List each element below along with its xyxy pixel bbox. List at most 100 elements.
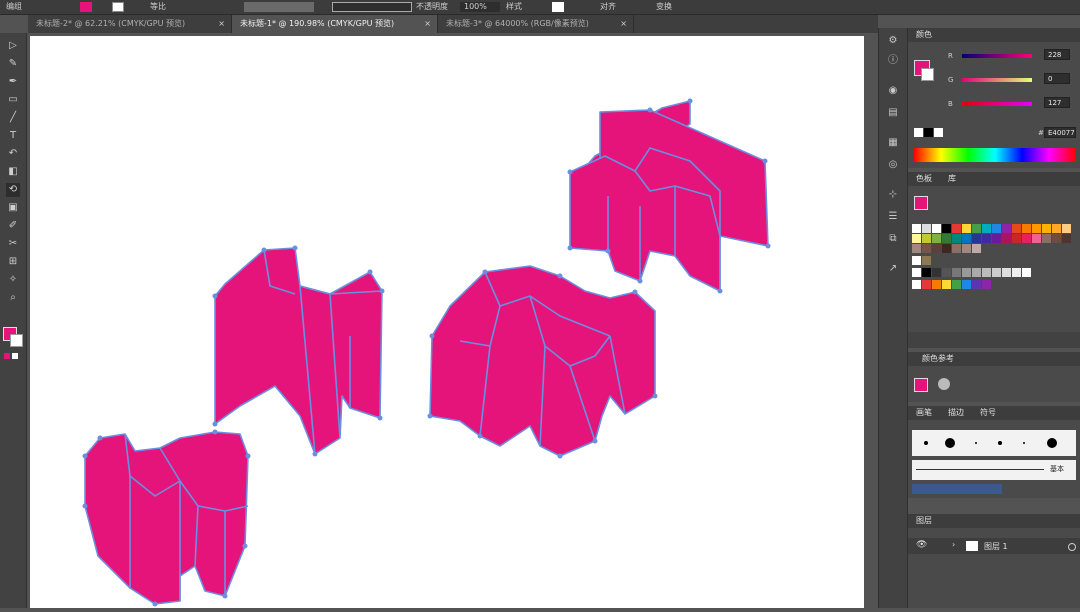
tab-stroke[interactable]: 描边	[948, 406, 964, 420]
selection-label: 编组	[6, 2, 22, 11]
style-swatch[interactable]	[552, 2, 564, 12]
eraser-tool-icon[interactable]: ◧	[6, 165, 20, 179]
rotate-tool-icon[interactable]: ↶	[6, 147, 20, 161]
tab-brushes[interactable]: 画笔	[916, 406, 932, 420]
hex-value[interactable]: E40077	[1044, 127, 1076, 138]
style-label: 样式	[506, 2, 522, 11]
color-mode-icon[interactable]	[4, 353, 10, 359]
channel-r-value[interactable]: 228	[1044, 49, 1070, 60]
none-swatch[interactable]	[914, 128, 923, 137]
channel-g-slider[interactable]	[962, 78, 1032, 82]
layers-panel: 图层 👁 › 图层 1	[908, 514, 1080, 608]
color-panel: 颜色 R 228 G 0 B 127 # E40077	[908, 28, 1080, 168]
stroke-color-box[interactable]	[10, 334, 23, 347]
visibility-eye-icon[interactable]: 👁	[916, 540, 927, 550]
channel-b-label: B	[948, 100, 953, 108]
fill-swatch[interactable]	[80, 2, 92, 12]
harmony-rules-icon[interactable]	[938, 378, 950, 390]
layers-panel-header: 图层	[908, 514, 1080, 528]
hex-label: #	[1038, 129, 1044, 137]
channel-r-slider[interactable]	[962, 54, 1032, 58]
type-tool-icon[interactable]: T	[6, 129, 20, 143]
channel-b-slider[interactable]	[962, 102, 1032, 106]
align-icon[interactable]: ☰	[886, 210, 900, 224]
tab-document-1[interactable]: 未标题-1* @ 190.98% (CMYK/GPU 预览) ×	[232, 15, 438, 33]
black-swatch[interactable]	[924, 128, 933, 137]
opacity-field[interactable]: 100%	[460, 2, 500, 12]
artboard[interactable]	[30, 36, 864, 608]
color-guide-header: 颜色参考	[908, 352, 1080, 366]
opacity-label: 不透明度	[416, 2, 448, 11]
white-swatch[interactable]	[934, 128, 943, 137]
export-icon[interactable]: ↗	[886, 262, 900, 276]
tab-swatches[interactable]: 色板	[916, 172, 932, 186]
eyedropper-tool-icon[interactable]: ✐	[6, 219, 20, 233]
line-tool-icon[interactable]: ╱	[6, 111, 20, 125]
options-bar: 编组 等比 不透明度 100% 样式 对齐 变换	[0, 0, 1080, 15]
transparency-icon[interactable]: ◎	[886, 158, 900, 172]
stroke-color-box[interactable]	[921, 68, 934, 81]
artwork	[82, 98, 771, 607]
tab-document-2[interactable]: 未标题-2* @ 62.21% (CMYK/GPU 预览) ×	[28, 15, 232, 33]
current-fill-swatch[interactable]	[914, 196, 928, 210]
align-label[interactable]: 对齐	[600, 1, 616, 12]
brush-presets[interactable]	[912, 430, 1076, 456]
close-icon[interactable]: ×	[218, 15, 225, 33]
tab-document-3[interactable]: 未标题-3* @ 64000% (RGB/像素预览) ×	[438, 15, 634, 33]
swatch-cells[interactable]	[912, 224, 1074, 296]
channel-g-label: G	[948, 76, 954, 84]
stroke-style-field[interactable]	[332, 2, 412, 12]
brush-definition-field[interactable]	[244, 2, 314, 12]
swatches-panel: 色板 库	[908, 172, 1080, 348]
transform-label[interactable]: 变换	[656, 1, 672, 12]
gradient-tool-icon[interactable]: ▣	[6, 201, 20, 215]
swatches-footer	[908, 332, 1080, 348]
gear-icon[interactable]: ⚙	[886, 34, 900, 48]
channel-g-value[interactable]: 0	[1044, 73, 1070, 84]
symbol-tool-icon[interactable]: ✧	[6, 273, 20, 287]
color-spectrum[interactable]	[914, 148, 1076, 162]
gradient-icon[interactable]: ▦	[886, 136, 900, 150]
document-tabs: 未标题-2* @ 62.21% (CMYK/GPU 预览) × 未标题-1* @ …	[28, 15, 878, 33]
shape-middle-cluster	[429, 265, 656, 457]
appearance-icon[interactable]: ◉	[886, 84, 900, 98]
target-circle-icon[interactable]	[1068, 543, 1076, 551]
close-icon[interactable]: ×	[620, 15, 627, 33]
artboard-tool-icon[interactable]: ⊞	[6, 255, 20, 269]
rectangle-tool-icon[interactable]: ▭	[6, 93, 20, 107]
color-guide-panel: 颜色参考	[908, 352, 1080, 402]
selection-tool-icon[interactable]: ▷	[6, 39, 20, 53]
stroke-profile-label[interactable]: 等比	[150, 1, 166, 12]
tools-panel: ▷ ✎ ✒ ▭ ╱ T ↶ ◧ ⟲ ▣ ✐ ✂ ⊞ ✧ ⌕	[0, 33, 27, 608]
swatch-grid	[912, 224, 1074, 296]
layer-name[interactable]: 图层 1	[984, 541, 1008, 552]
basic-brush-label: 基本	[1050, 465, 1064, 473]
none-mode-icon[interactable]	[12, 353, 18, 359]
basic-brush-stroke	[916, 469, 1044, 470]
graphic-styles-icon[interactable]: ▤	[886, 106, 900, 120]
zoom-tool-icon[interactable]: ⌕	[6, 291, 20, 305]
stroke-swatch[interactable]	[112, 2, 124, 12]
brushes-panel: 画笔 描边 符号 基本	[908, 406, 1080, 498]
pattern-brush-row[interactable]	[912, 484, 1002, 494]
basic-brush-row[interactable]: 基本	[912, 460, 1076, 480]
layer-row[interactable]: 👁 › 图层 1	[908, 538, 1080, 554]
expand-arrow-icon[interactable]: ›	[952, 540, 955, 549]
shape-middle-left	[214, 247, 383, 455]
tab-symbols[interactable]: 符号	[980, 406, 996, 420]
channel-b-value[interactable]: 127	[1044, 97, 1070, 108]
transform-icon[interactable]: ⊹	[886, 188, 900, 202]
base-color-swatch[interactable]	[914, 378, 928, 392]
panel-icons: ⚙ ⓘ ◉ ▤ ▦ ◎ ⊹ ☰ ⧉ ↗	[878, 28, 908, 608]
tab-libraries[interactable]: 库	[948, 172, 956, 186]
pen-tool-icon[interactable]: ✎	[6, 57, 20, 71]
brushes-panel-header: 画笔 描边 符号	[908, 406, 1080, 420]
channel-r-label: R	[948, 52, 953, 60]
curvature-tool-icon[interactable]: ✒	[6, 75, 20, 89]
shape-builder-tool-icon[interactable]: ⟲	[6, 183, 20, 197]
scissors-tool-icon[interactable]: ✂	[6, 237, 20, 251]
close-icon[interactable]: ×	[424, 15, 431, 33]
color-panel-header: 颜色	[908, 28, 1080, 42]
info-icon[interactable]: ⓘ	[886, 54, 900, 68]
pathfinder-icon[interactable]: ⧉	[886, 232, 900, 246]
